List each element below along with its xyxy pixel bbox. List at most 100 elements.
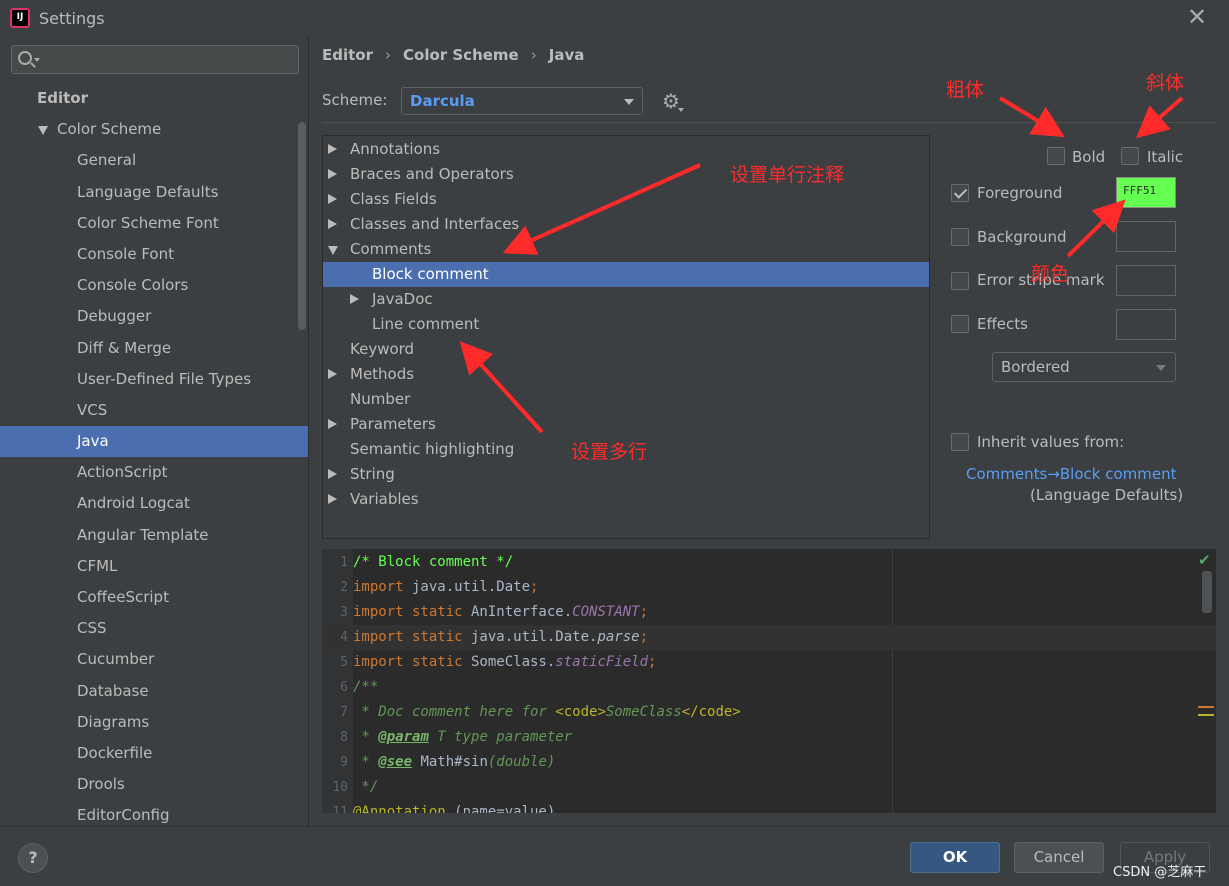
sidebar-heading-editor[interactable]: Editor [0, 83, 308, 114]
sidebar-item-general[interactable]: General [0, 145, 308, 176]
sidebar-item-language-defaults[interactable]: Language Defaults [0, 177, 308, 208]
tree-item-block-comment[interactable]: Block comment [323, 262, 929, 287]
search-history-dropdown-icon[interactable] [34, 58, 40, 62]
sidebar-item-actionscript[interactable]: ActionScript [0, 457, 308, 488]
line-number: 3 [340, 605, 348, 620]
code-token: (double) [487, 754, 556, 770]
sidebar-item-cfml[interactable]: CFML [0, 551, 308, 582]
expanded-arrow-icon[interactable] [328, 246, 338, 255]
tree-item-javadoc[interactable]: JavaDoc [323, 287, 929, 312]
scheme-value: Darcula [410, 92, 475, 110]
error-stripe-marker[interactable] [1198, 706, 1214, 708]
effects-checkbox[interactable] [951, 315, 969, 333]
code-preview[interactable]: 1 /* Block comment */ 2 import java.util.Da… [322, 549, 1216, 813]
sidebar-item-color-scheme-font[interactable]: Color Scheme Font [0, 208, 308, 239]
sidebar-item-java[interactable]: Java [0, 426, 308, 458]
sidebar-scrollbar[interactable] [298, 122, 306, 330]
code-line: 5 import static SomeClass.staticField; [322, 650, 1216, 675]
inherit-label: Inherit values from: [977, 433, 1125, 451]
annotation-italic: 斜体 [1146, 72, 1185, 94]
background-color-swatch[interactable] [1116, 221, 1176, 252]
foreground-checkbox[interactable] [951, 184, 969, 202]
tree-item-classes-and-interfaces[interactable]: Classes and Interfaces [323, 212, 929, 237]
code-line: 10 */ [322, 775, 1216, 800]
code-text: import static AnInterface.CONSTANT; [353, 600, 648, 625]
inherit-checkbox[interactable] [951, 433, 969, 451]
search-input[interactable] [11, 45, 299, 74]
scheme-dropdown[interactable]: Darcula [401, 87, 643, 115]
sidebar-item-vcs[interactable]: VCS [0, 395, 308, 426]
sidebar-item-angular-template[interactable]: Angular Template [0, 520, 308, 551]
sidebar-item-user-defined-file-types[interactable]: User-Defined File Types [0, 364, 308, 395]
close-icon[interactable]: ✕ [1187, 5, 1207, 29]
bold-checkbox[interactable] [1047, 147, 1065, 165]
breadcrumb-editor[interactable]: Editor [322, 46, 373, 64]
sidebar-item-drools[interactable]: Drools [0, 769, 308, 800]
arrow-to-bold [998, 96, 1065, 138]
expanded-arrow-icon[interactable] [38, 126, 48, 136]
tree-item-comments[interactable]: Comments [323, 237, 929, 262]
collapsed-arrow-icon[interactable] [328, 219, 337, 229]
collapsed-arrow-icon[interactable] [328, 419, 337, 429]
tree-item-keyword[interactable]: Keyword [323, 337, 929, 362]
code-token: */ [353, 779, 379, 795]
editor-scrollbar[interactable] [1202, 571, 1212, 613]
error-stripe-color-swatch[interactable] [1116, 265, 1176, 296]
tree-item-annotations[interactable]: Annotations [323, 137, 929, 162]
inherit-source-link[interactable]: Comments→Block comment [966, 465, 1176, 483]
gear-icon[interactable]: ⚙ [662, 90, 684, 112]
italic-checkbox[interactable] [1121, 147, 1139, 165]
collapsed-arrow-icon[interactable] [350, 294, 359, 304]
code-token: * Doc comment here for [353, 704, 556, 720]
sidebar-item-debugger[interactable]: Debugger [0, 301, 308, 332]
sidebar-item-color-scheme[interactable]: Color Scheme [0, 114, 308, 145]
title-bar: IJ Settings ✕ [0, 0, 1229, 36]
sidebar-item-diagrams[interactable]: Diagrams [0, 707, 308, 738]
collapsed-arrow-icon[interactable] [328, 194, 337, 204]
sidebar-item-android-logcat[interactable]: Android Logcat [0, 488, 308, 519]
effects-color-swatch[interactable] [1116, 309, 1176, 340]
code-line: 8 * @param T type parameter [322, 725, 1216, 750]
sidebar-item-console-font[interactable]: Console Font [0, 239, 308, 270]
code-line: 9 * @see Math#sin(double) [322, 750, 1216, 775]
tree-item-string[interactable]: String [323, 462, 929, 487]
effects-type-dropdown[interactable]: Bordered [992, 352, 1176, 382]
foreground-color-swatch[interactable]: FFF51 [1116, 177, 1176, 208]
code-token: SomeClass [605, 704, 682, 720]
code-line: 7 * Doc comment here for <code>SomeClass… [322, 700, 1216, 725]
background-checkbox[interactable] [951, 228, 969, 246]
sidebar-item-database[interactable]: Database [0, 676, 308, 707]
sidebar-item-console-colors[interactable]: Console Colors [0, 270, 308, 301]
tree-item-label: Number [350, 390, 411, 408]
help-icon[interactable]: ? [18, 843, 48, 873]
error-stripe-marker[interactable] [1198, 714, 1214, 716]
italic-label: Italic [1147, 148, 1184, 166]
tree-item-number[interactable]: Number [323, 387, 929, 412]
effects-label: Effects [977, 315, 1028, 333]
tree-item-variables[interactable]: Variables [323, 487, 929, 512]
tree-item-methods[interactable]: Methods [323, 362, 929, 387]
code-line: 3 import static AnInterface.CONSTANT; [322, 600, 1216, 625]
ok-button[interactable]: OK [910, 842, 1000, 873]
tree-item-line-comment[interactable]: Line comment [323, 312, 929, 337]
collapsed-arrow-icon[interactable] [328, 369, 337, 379]
cancel-button[interactable]: Cancel [1014, 842, 1104, 873]
foreground-label: Foreground [977, 184, 1063, 202]
collapsed-arrow-icon[interactable] [328, 144, 337, 154]
tree-item-class-fields[interactable]: Class Fields [323, 187, 929, 212]
sidebar-item-css[interactable]: CSS [0, 613, 308, 644]
breadcrumb-color-scheme[interactable]: Color Scheme [403, 46, 519, 64]
collapsed-arrow-icon[interactable] [328, 469, 337, 479]
collapsed-arrow-icon[interactable] [328, 494, 337, 504]
tree-item-parameters[interactable]: Parameters [323, 412, 929, 437]
collapsed-arrow-icon[interactable] [328, 169, 337, 179]
sidebar-item-diff-merge[interactable]: Diff & Merge [0, 333, 308, 364]
line-number: 10 [332, 780, 348, 795]
error-stripe-checkbox[interactable] [951, 272, 969, 290]
code-line: 4 import static java.util.Date.parse; [322, 625, 1216, 650]
sidebar-item-coffeescript[interactable]: CoffeeScript [0, 582, 308, 613]
sidebar-item-cucumber[interactable]: Cucumber [0, 644, 308, 675]
sidebar-item-dockerfile[interactable]: Dockerfile [0, 738, 308, 769]
sidebar-item-editorconfig[interactable]: EditorConfig [0, 800, 308, 826]
code-line: 6 /** [322, 675, 1216, 700]
